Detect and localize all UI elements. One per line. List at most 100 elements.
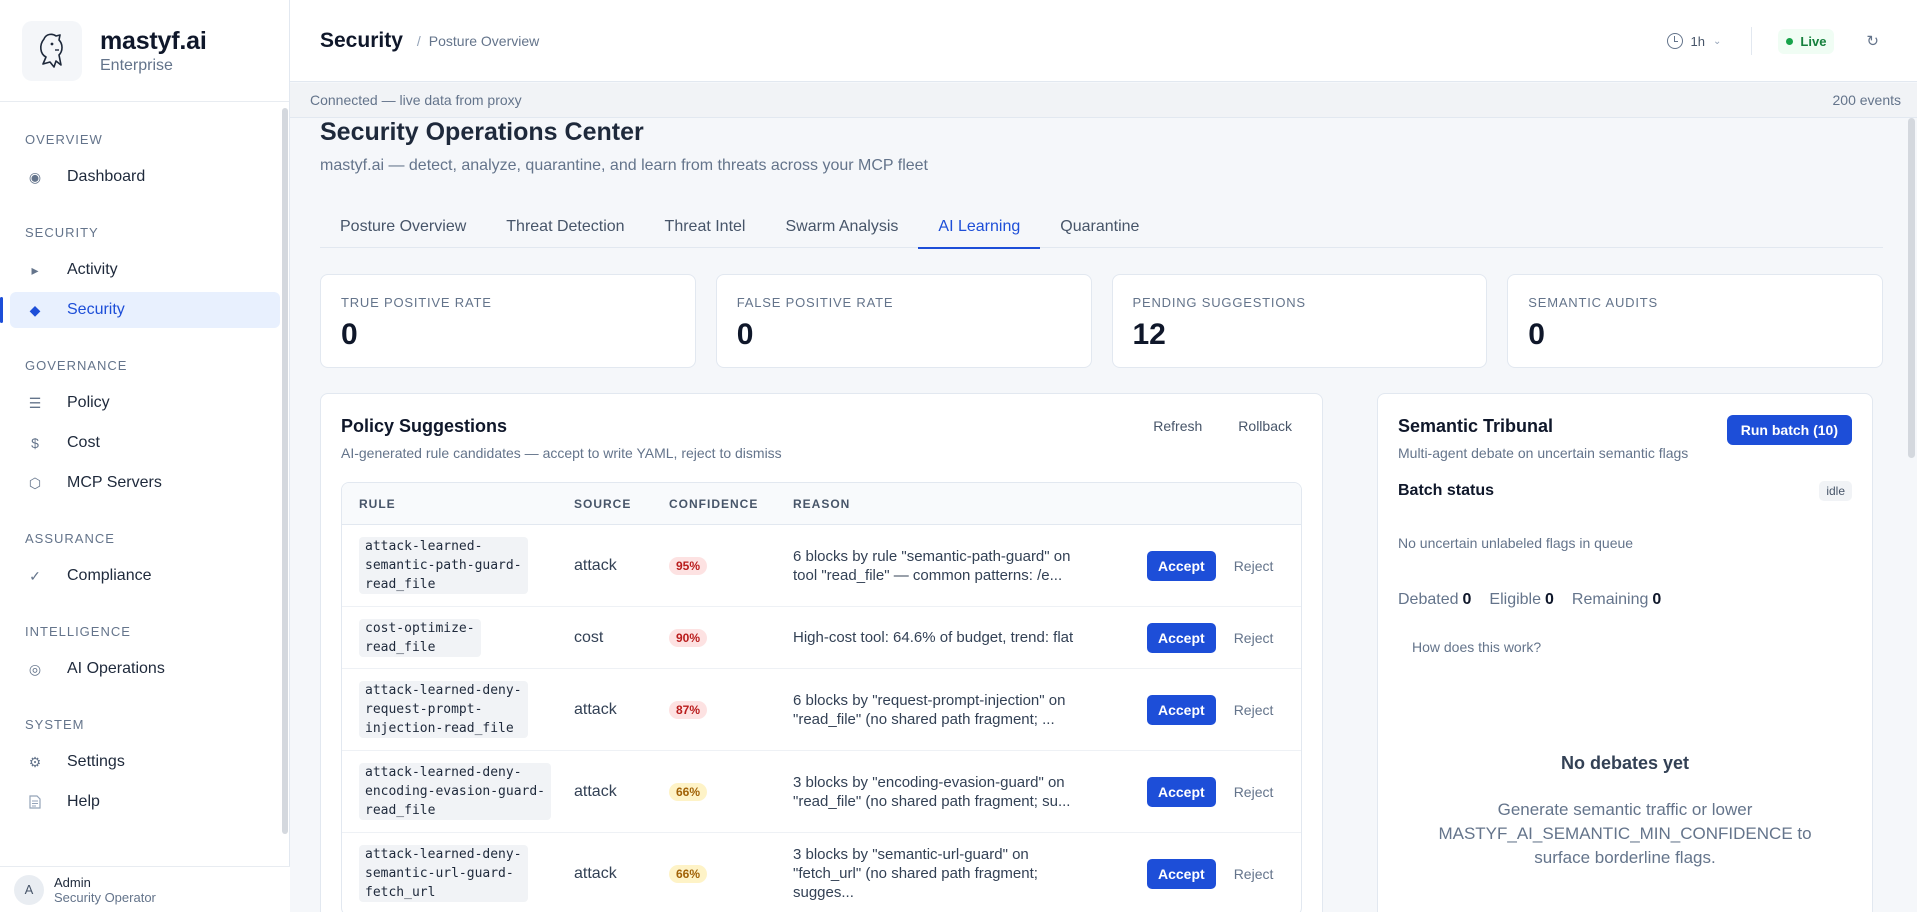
accept-button[interactable]: Accept (1147, 622, 1216, 653)
stat-label: TRUE POSITIVE RATE (341, 295, 492, 310)
document-icon (25, 795, 45, 809)
panel-subtitle: Multi-agent debate on uncertain semantic… (1398, 445, 1689, 461)
reject-button[interactable]: Reject (1234, 702, 1274, 718)
sidebar-item-label: Cost (67, 434, 100, 451)
reject-button[interactable]: Reject (1234, 630, 1274, 646)
user-profile[interactable]: A Admin Security Operator (0, 866, 290, 912)
stat-cards: TRUE POSITIVE RATE 0 FALSE POSITIVE RATE… (320, 274, 1883, 368)
nav-heading: OVERVIEW (25, 132, 103, 147)
run-batch-button[interactable]: Run batch (10) (1726, 415, 1852, 445)
table-header: RULE SOURCE CONFIDENCE REASON (342, 483, 1301, 525)
reason-cell: 3 blocks by "encoding-evasion-guard" on "… (793, 773, 1071, 810)
source-cell: cost (574, 628, 604, 646)
nav-section-governance: GOVERNANCE ☰ Policy $ Cost ⬡ MCP Servers (0, 358, 290, 501)
rollback-button[interactable]: Rollback (1220, 418, 1310, 434)
stat-label: FALSE POSITIVE RATE (736, 295, 894, 310)
mastiff-logo-icon (22, 20, 82, 81)
sidebar-item-settings[interactable]: ⚙ Settings (10, 744, 280, 780)
confidence-badge: 90% (669, 628, 708, 647)
main-scrollbar[interactable] (1908, 118, 1915, 458)
live-label: Live (1800, 33, 1827, 49)
status-badge: idle (1819, 481, 1852, 501)
counter-remaining: Remaining 0 (1571, 591, 1662, 608)
reject-button[interactable]: Reject (1234, 784, 1274, 800)
refresh-button[interactable]: Refresh (1135, 418, 1220, 434)
stat-label: PENDING SUGGESTIONS (1132, 295, 1306, 310)
user-name: Admin (54, 874, 91, 890)
tab-bar: Posture Overview Threat Detection Threat… (320, 206, 1883, 249)
breadcrumb[interactable]: Posture Overview (429, 33, 539, 49)
reject-button[interactable]: Reject (1234, 558, 1274, 574)
nav-section-intelligence: INTELLIGENCE ◎ AI Operations (0, 624, 290, 687)
reject-button[interactable]: Reject (1234, 866, 1274, 882)
sidebar-item-security[interactable]: ◆ Security (0, 292, 280, 328)
sidebar-scrollbar[interactable] (282, 108, 288, 834)
sidebar-item-label: AI Operations (67, 660, 165, 677)
sidebar-item-cost[interactable]: $ Cost (10, 425, 280, 461)
stat-value: 0 (736, 318, 754, 351)
sidebar: mastyf.ai Enterprise OVERVIEW ◉ Dashboar… (0, 0, 290, 912)
tab-posture-overview[interactable]: Posture Overview (320, 206, 486, 248)
counter-eligible: Eligible 0 (1489, 591, 1554, 608)
stat-value: 0 (341, 318, 358, 351)
stat-value: 12 (1132, 318, 1166, 351)
stat-value: 0 (1528, 318, 1545, 351)
sidebar-item-policy[interactable]: ☰ Policy (10, 385, 280, 421)
sidebar-item-compliance[interactable]: ✓ Compliance (10, 558, 280, 594)
divider (1751, 27, 1753, 55)
brand-edition: Enterprise (100, 56, 173, 74)
tab-ai-learning[interactable]: AI Learning (918, 206, 1041, 249)
connection-status-bar: Connected — live data from proxy 200 eve… (290, 83, 1917, 118)
tab-threat-detection[interactable]: Threat Detection (486, 206, 644, 248)
sidebar-item-help[interactable]: Help (10, 784, 280, 820)
how-it-works-link[interactable]: How does this work? (1398, 639, 1852, 655)
chevron-down-icon: ⌄ (1713, 35, 1722, 47)
accept-button[interactable]: Accept (1147, 694, 1216, 725)
sidebar-nav: OVERVIEW ◉ Dashboard SECURITY ▸ Activity… (0, 102, 290, 866)
stat-card-semantic-audits: SEMANTIC AUDITS 0 (1507, 274, 1883, 368)
sidebar-item-activity[interactable]: ▸ Activity (10, 252, 280, 288)
reason-cell: 6 blocks by rule "semantic-path-guard" o… (793, 547, 1071, 584)
section-subtitle: mastyf.ai — detect, analyze, quarantine,… (320, 157, 928, 174)
refresh-icon[interactable]: ↻ (1866, 32, 1879, 50)
table-row: attack-learned-deny-semantic-url-guard-f… (342, 833, 1301, 912)
radio-dot-icon: ◉ (28, 168, 42, 185)
counter-debated: Debated 0 (1398, 591, 1472, 608)
hexagon-icon: ⬡ (28, 474, 42, 491)
sidebar-item-dashboard[interactable]: ◉ Dashboard (10, 159, 280, 195)
tribunal-counters: Debated 0 Eligible 0 Remaining 0 (1398, 591, 1852, 609)
time-range-select[interactable]: 1h ⌄ (1666, 33, 1722, 49)
sidebar-item-mcp-servers[interactable]: ⬡ MCP Servers (10, 465, 280, 501)
reason-cell: 3 blocks by "semantic-url-guard" on "fetc… (793, 846, 1038, 901)
sidebar-item-ai-operations[interactable]: ◎ AI Operations (10, 651, 280, 687)
diamond-icon: ◆ (29, 301, 41, 318)
page-title: Security (320, 28, 403, 52)
sidebar-item-label: Help (67, 793, 100, 810)
column-header-rule: RULE (359, 496, 396, 511)
breadcrumb-separator: / (416, 32, 421, 49)
brand[interactable]: mastyf.ai Enterprise (0, 0, 289, 102)
tab-swarm-analysis[interactable]: Swarm Analysis (765, 206, 918, 248)
sidebar-item-label: Policy (67, 394, 110, 411)
nav-heading: SYSTEM (25, 717, 85, 732)
nav-heading: ASSURANCE (25, 531, 115, 546)
queue-message: No uncertain unlabeled flags in queue (1398, 535, 1634, 551)
accept-button[interactable]: Accept (1147, 858, 1216, 889)
sidebar-item-label: Compliance (67, 567, 152, 584)
tab-threat-intel[interactable]: Threat Intel (645, 206, 766, 248)
nav-section-overview: OVERVIEW ◉ Dashboard (0, 132, 290, 195)
suggestions-table: RULE SOURCE CONFIDENCE REASON attack-lea… (341, 482, 1302, 912)
brand-name: mastyf.ai (100, 26, 207, 55)
gear-icon: ⚙ (28, 753, 42, 770)
tab-quarantine[interactable]: Quarantine (1040, 206, 1159, 248)
accept-button[interactable]: Accept (1147, 550, 1216, 581)
sidebar-item-label: Activity (67, 261, 118, 278)
section-title: Security Operations Center (320, 118, 644, 146)
topbar: Security / Posture Overview 1h ⌄ Live ↻ (290, 0, 1917, 82)
reason-cell: 6 blocks by "request-prompt-injection" o… (793, 691, 1066, 728)
accept-button[interactable]: Accept (1147, 776, 1216, 807)
user-role: Security Operator (54, 889, 156, 905)
main-content: Security Operations Center mastyf.ai — d… (290, 118, 1917, 912)
sidebar-item-label: Dashboard (67, 168, 146, 185)
empty-state-title: No debates yet (1560, 753, 1690, 773)
